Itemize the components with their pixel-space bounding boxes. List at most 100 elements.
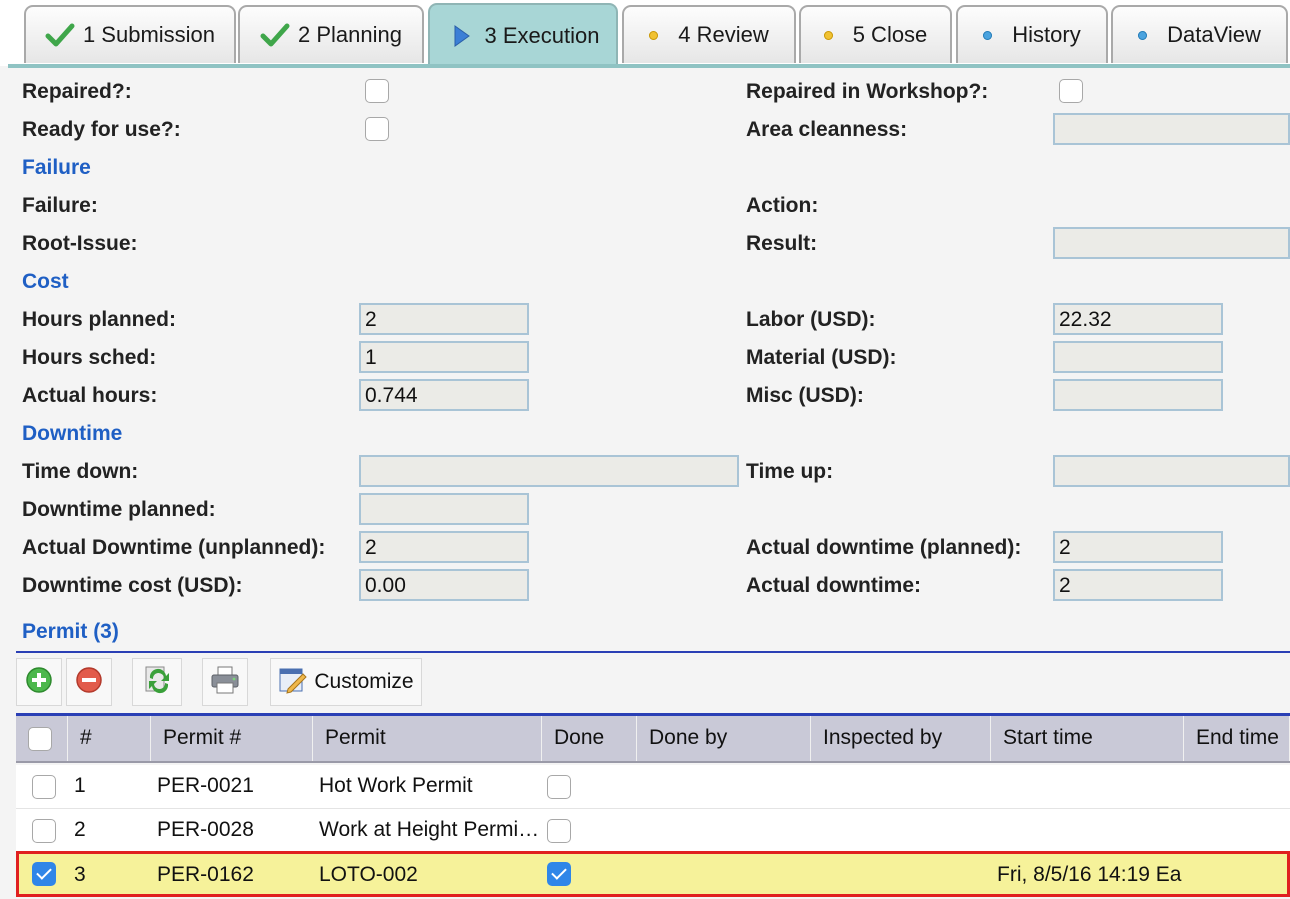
failure-section-title: Failure (22, 156, 91, 179)
row-done-checkbox[interactable] (547, 775, 571, 799)
labor-field[interactable]: 22.32 (1053, 303, 1223, 335)
row-permit: LOTO-002 (319, 863, 418, 886)
tab-execution[interactable]: 3 Execution (428, 3, 618, 66)
material-label: Material (USD): (746, 346, 897, 369)
time-down-field[interactable] (359, 455, 739, 487)
header-done[interactable]: Done (542, 716, 637, 761)
yellow-dot-icon (649, 30, 659, 40)
actual-downtime-planned-field[interactable]: 2 (1053, 531, 1223, 563)
hours-sched-field[interactable]: 1 (359, 341, 529, 373)
tab-review[interactable]: 4 Review (622, 5, 796, 63)
row-start-time: Fri, 8/5/16 14:19 Ea (997, 863, 1182, 886)
table-row[interactable]: 1 PER-0021 Hot Work Permit (16, 765, 1290, 809)
print-icon (209, 665, 241, 700)
repaired-checkbox[interactable] (365, 79, 389, 103)
area-cleanness-field[interactable] (1053, 113, 1290, 145)
tab-label: 1 Submission (82, 22, 216, 47)
repaired-workshop-checkbox[interactable] (1059, 79, 1083, 103)
header-number[interactable]: # (68, 716, 151, 761)
select-all-cell (16, 716, 68, 761)
hours-planned-label: Hours planned: (22, 308, 177, 331)
downtime-section-title: Downtime (22, 422, 123, 445)
table-row[interactable]: 2 PER-0028 Work at Height Permi… (16, 809, 1290, 853)
tab-close[interactable]: 5 Close (799, 5, 952, 63)
row-select-checkbox[interactable] (32, 819, 56, 843)
downtime-planned-label: Downtime planned: (22, 498, 216, 521)
result-label: Result: (746, 232, 818, 255)
area-cleanness-label: Area cleanness: (746, 118, 908, 141)
result-field[interactable] (1053, 227, 1290, 259)
header-inspected-by[interactable]: Inspected by (811, 716, 991, 761)
blue-dot-icon (1138, 30, 1148, 40)
misc-field[interactable] (1053, 379, 1223, 411)
downtime-cost-field[interactable]: 0.00 (359, 569, 529, 601)
row-number: 1 (74, 774, 86, 797)
tab-bar: 1 Submission 2 Planning 3 Execution 4 Re… (0, 0, 1290, 66)
section-divider (16, 651, 1290, 653)
select-all-checkbox[interactable] (28, 727, 52, 751)
tab-label: DataView (1167, 22, 1261, 47)
repaired-label: Repaired?: (22, 80, 132, 103)
grid-header: # Permit # Permit Done Done by Inspected… (16, 713, 1290, 763)
play-icon (447, 23, 477, 49)
header-start-time[interactable]: Start time (991, 716, 1184, 761)
print-button[interactable] (202, 658, 248, 706)
tab-submission[interactable]: 1 Submission (24, 5, 236, 63)
customize-button[interactable]: Customize (270, 658, 422, 706)
customize-icon (278, 665, 308, 700)
hours-planned-field[interactable]: 2 (359, 303, 529, 335)
header-permit[interactable]: Permit (313, 716, 542, 761)
downtime-cost-label: Downtime cost (USD): (22, 574, 243, 597)
failure-label: Failure: (22, 194, 98, 217)
tab-label: History (1012, 22, 1081, 47)
downtime-planned-field[interactable] (359, 493, 529, 525)
row-select-checkbox[interactable] (32, 862, 56, 886)
material-field[interactable] (1053, 341, 1223, 373)
refresh-button[interactable] (132, 658, 182, 706)
time-down-label: Time down: (22, 460, 139, 483)
refresh-icon (140, 664, 174, 701)
time-up-label: Time up: (746, 460, 834, 483)
time-up-field[interactable] (1053, 455, 1290, 487)
blue-dot-icon (983, 30, 993, 40)
labor-label: Labor (USD): (746, 308, 876, 331)
row-permit-number: PER-0028 (157, 818, 254, 841)
header-end-time[interactable]: End time (1184, 716, 1290, 761)
tab-history[interactable]: History (956, 5, 1108, 63)
repaired-workshop-label: Repaired in Workshop?: (746, 80, 989, 103)
actual-downtime-label: Actual downtime: (746, 574, 922, 597)
tab-planning[interactable]: 2 Planning (238, 5, 424, 63)
row-permit-number: PER-0021 (157, 774, 254, 797)
actual-hours-field[interactable]: 0.744 (359, 379, 529, 411)
row-done-checkbox[interactable] (547, 819, 571, 843)
check-icon (45, 22, 75, 48)
row-start-time (991, 765, 1184, 808)
table-row-selected[interactable]: 3 PER-0162 LOTO-002 Fri, 8/5/16 14:19 Ea (16, 851, 1290, 897)
ready-for-use-label: Ready for use?: (22, 118, 181, 141)
remove-button[interactable] (66, 658, 112, 706)
actual-downtime-field[interactable]: 2 (1053, 569, 1223, 601)
row-number: 3 (74, 863, 86, 886)
row-select-checkbox[interactable] (32, 775, 56, 799)
customize-label: Customize (314, 670, 414, 693)
check-icon (260, 22, 290, 48)
ready-for-use-checkbox[interactable] (365, 117, 389, 141)
header-done-by[interactable]: Done by (637, 716, 811, 761)
actual-hours-label: Actual hours: (22, 384, 158, 407)
row-done-checkbox[interactable] (547, 862, 571, 886)
actual-downtime-unplanned-field[interactable]: 2 (359, 531, 529, 563)
header-permit-number[interactable]: Permit # (151, 716, 313, 761)
root-issue-label: Root-Issue: (22, 232, 138, 255)
tab-dataview[interactable]: DataView (1111, 5, 1288, 63)
action-label: Action: (746, 194, 819, 217)
tab-label: 4 Review (678, 22, 769, 47)
tab-label: 3 Execution (484, 22, 600, 48)
add-icon (25, 666, 53, 699)
remove-icon (75, 666, 103, 699)
row-number: 2 (74, 818, 86, 841)
yellow-dot-icon (823, 30, 833, 40)
cost-section-title: Cost (22, 270, 69, 293)
add-button[interactable] (16, 658, 62, 706)
row-permit: Hot Work Permit (319, 774, 473, 797)
row-permit: Work at Height Permi… (319, 818, 539, 841)
